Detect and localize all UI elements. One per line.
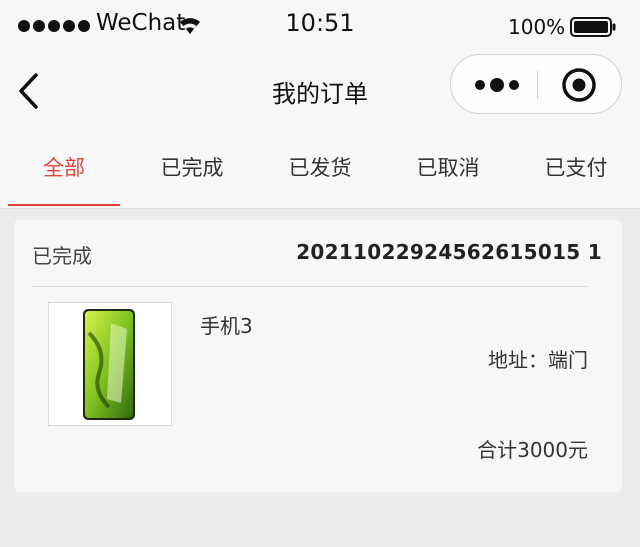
tab-shipped[interactable]: 已发货 (256, 130, 384, 208)
status-bar: WeChat 10:51 100% (0, 0, 640, 54)
capsule-divider (537, 71, 538, 99)
phone-image (83, 309, 135, 420)
active-tab-indicator (8, 204, 120, 206)
shipping-address: 地址：端门 (488, 344, 588, 373)
tab-cancelled[interactable]: 已取消 (384, 130, 512, 208)
tab-all[interactable]: 全部 (0, 130, 128, 208)
order-total: 合计3000元 (477, 438, 588, 462)
product-image[interactable] (48, 302, 172, 426)
miniprogram-capsule (450, 54, 622, 114)
more-icon[interactable] (471, 73, 523, 97)
tab-completed[interactable]: 已完成 (128, 130, 256, 208)
order-card[interactable]: 已完成 20211022924562615015 1 手机3 地址：端门 合计3… (14, 220, 622, 492)
order-tabs: 全部 已完成 已发货 已取消 已支付 (0, 130, 640, 209)
nav-bar: 我的订单 (0, 54, 640, 130)
close-icon[interactable] (561, 67, 597, 103)
tab-paid[interactable]: 已支付 (512, 130, 640, 208)
order-number: 20211022924562615015 1 (296, 240, 602, 264)
card-divider (32, 286, 588, 287)
order-status: 已完成 (32, 244, 92, 268)
product-name: 手机3 (200, 314, 253, 338)
battery-icon (570, 17, 616, 37)
address-label: 地址： (488, 348, 548, 372)
battery-percent: 100% (508, 15, 566, 39)
address-value: 端门 (548, 348, 588, 372)
